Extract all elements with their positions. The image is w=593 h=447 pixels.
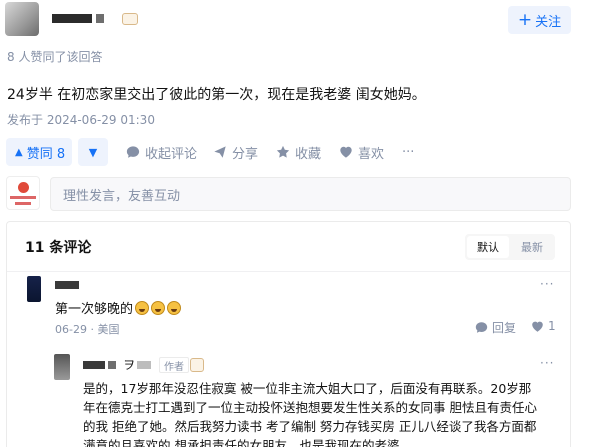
like-button[interactable]: 喜欢 <box>339 138 384 166</box>
collapse-comments-button[interactable]: 收起评论 <box>126 138 197 166</box>
divider <box>7 271 570 272</box>
share-button[interactable]: 分享 <box>213 138 258 166</box>
author-reply-avatar[interactable] <box>54 354 70 380</box>
publish-date: 发布于 2024-06-29 01:30 <box>7 113 155 127</box>
triangle-up-icon: ▲ <box>15 146 23 158</box>
reply-line: 年在德克士打工遇到了一位主动投怀送抱想要发生性关系的女同事 胆怯且有责任心 <box>83 400 537 415</box>
triangle-down-icon: ▼ <box>88 145 98 159</box>
like-label: 喜欢 <box>358 146 385 162</box>
more-button[interactable]: ··· <box>402 138 414 166</box>
comment-meta: 06-29 · 美国 <box>55 323 120 336</box>
collapse-comments-label: 收起评论 <box>145 146 198 162</box>
reply-line: 满意的且喜欢的 想承担责任的女朋友，也是我现在的老婆。 <box>83 438 412 447</box>
comment-like-count: 1 <box>548 319 556 333</box>
more-label: ··· <box>402 144 415 160</box>
comment-text-content: 第一次够晚的 <box>55 302 134 317</box>
vote-up-label: 赞同 8 <box>26 146 66 162</box>
heart-icon <box>340 146 352 158</box>
author-badge-icon <box>122 13 138 25</box>
answer-header: + 关注 <box>0 0 593 42</box>
author-name-redacted-part <box>96 14 104 23</box>
sort-default-button[interactable]: 默认 <box>467 236 509 258</box>
author-reply-text: 是的，17岁那年没忍住寂寞 被一位非主流大姐大口了，后面没有再联系。20岁那 年… <box>83 379 565 447</box>
author-reply-name-redacted-tail <box>137 361 151 369</box>
comment-box: 理性发言，友善互动 <box>6 174 571 214</box>
collect-button[interactable]: 收藏 <box>276 138 321 166</box>
comment-text: 第一次够晚的 <box>55 298 182 317</box>
laughing-emoji-icon <box>135 300 150 315</box>
comments-count: 11 条评论 <box>25 240 92 256</box>
reply-icon <box>475 322 488 333</box>
reply-line: 的我 拒绝了她。然后我努力读书 考了编制 努力存钱买房 正儿八经谈了我各方面都 <box>83 419 537 434</box>
answer-actions: ▲ 赞同 8 ▼ 收起评论 分享 收藏 喜欢 ··· <box>6 138 426 166</box>
reply-button[interactable]: 回复 <box>475 319 516 336</box>
plus-icon: + <box>517 9 533 30</box>
laughing-emoji-icon <box>167 300 182 315</box>
commenter-name-redacted[interactable] <box>55 281 79 289</box>
follow-button[interactable]: + 关注 <box>508 6 571 34</box>
vote-up-button[interactable]: ▲ 赞同 8 <box>6 138 72 166</box>
comment-icon <box>126 146 140 158</box>
author-reply-name-redacted-part <box>108 361 116 369</box>
current-user-avatar <box>6 176 40 210</box>
vote-down-button[interactable]: ▼ <box>78 138 108 166</box>
star-icon <box>276 145 290 158</box>
author-tag: 作者 <box>159 357 189 373</box>
share-label: 分享 <box>232 146 259 162</box>
commenter-avatar[interactable] <box>27 276 41 302</box>
comment-more-button[interactable]: ··· <box>540 277 554 291</box>
share-icon <box>214 146 226 158</box>
author-reply-name-glyph: ヲ <box>123 358 136 372</box>
answer-content: 24岁半 在初恋家里交出了彼此的第一次，现在是我老婆 闺女她妈。 <box>7 87 426 103</box>
sort-latest-button[interactable]: 最新 <box>511 236 553 258</box>
endorse-count: 8 人赞同了该回答 <box>7 50 103 64</box>
heart-icon <box>532 321 543 332</box>
comments-panel: 11 条评论 默认 最新 ··· 第一次够晚的 06-29 · 美国 回复 1 … <box>6 221 571 447</box>
author-name-redacted[interactable] <box>52 14 92 23</box>
comment-like-button[interactable]: 1 <box>531 319 556 333</box>
author-reply-name-redacted[interactable] <box>83 361 105 369</box>
sort-toggle: 默认 最新 <box>465 234 555 260</box>
comment-input[interactable]: 理性发言，友善互动 <box>50 177 571 211</box>
follow-label: 关注 <box>535 14 562 30</box>
reply-line: 是的，17岁那年没忍住寂寞 被一位非主流大姐大口了，后面没有再联系。20岁那 <box>83 381 532 396</box>
author-badge-icon <box>190 358 204 372</box>
reply-label: 回复 <box>492 321 517 335</box>
collect-label: 收藏 <box>295 146 322 162</box>
laughing-emoji-icon <box>151 300 166 315</box>
author-avatar[interactable] <box>5 2 39 36</box>
comment-more-button[interactable]: ··· <box>540 356 554 370</box>
